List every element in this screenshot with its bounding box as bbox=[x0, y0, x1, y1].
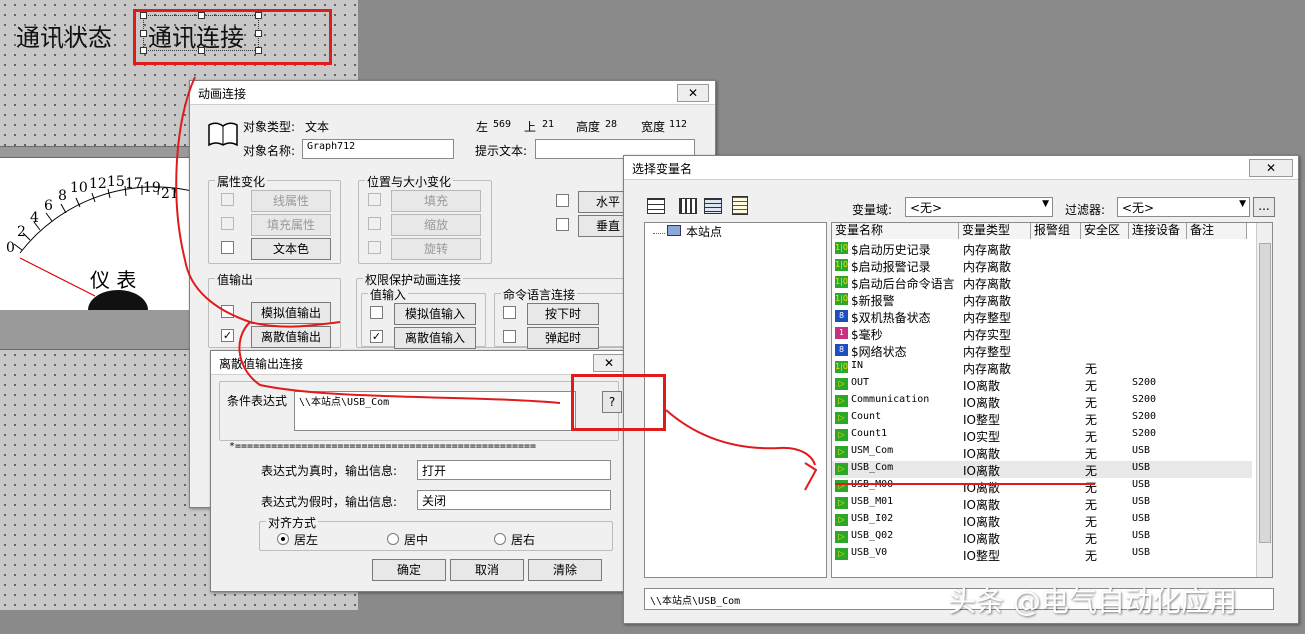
annotation-arrows-icon bbox=[175, 76, 1095, 491]
watermark: 头条 @电气自动化应用 bbox=[948, 585, 1237, 618]
